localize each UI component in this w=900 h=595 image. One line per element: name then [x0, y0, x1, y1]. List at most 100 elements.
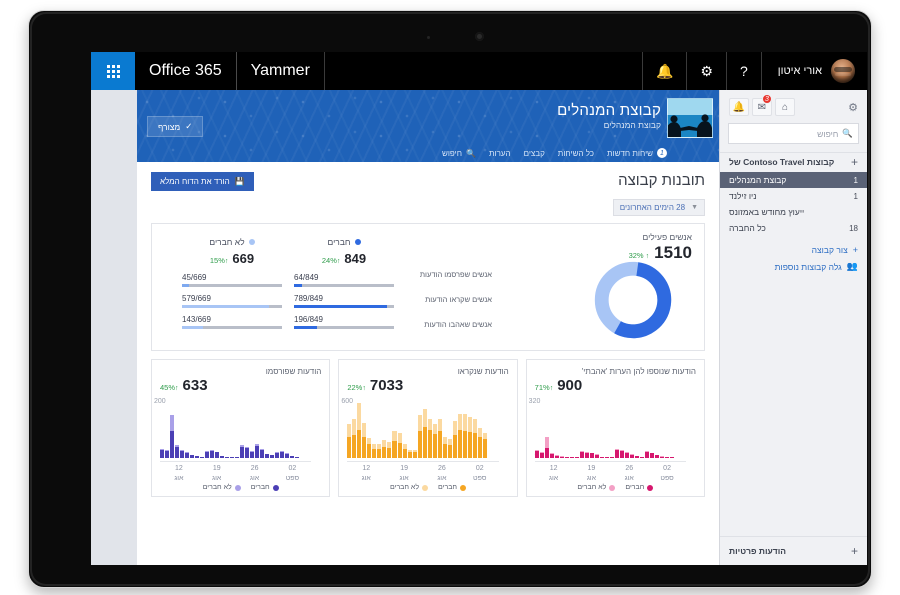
x-tick: 19 אוג [399, 465, 409, 482]
bar-segment-non-members [477, 428, 482, 437]
x-axis-line [160, 461, 312, 462]
bar [584, 451, 589, 458]
tab-notes[interactable]: הערות [489, 149, 511, 158]
bars [347, 402, 487, 458]
group-title-block: קבוצת המנהלים קבוצת המנהלים [557, 102, 661, 130]
add-group-icon[interactable]: + [851, 155, 858, 169]
bar-segment-members [180, 450, 185, 458]
discover-groups-label: גלה קבוצות נוספות [774, 261, 842, 272]
bar [295, 456, 300, 458]
breakdown-column-non-members: לא חברים 669 ↑15% 45/669 579/669 143/669 [176, 232, 288, 331]
joined-button[interactable]: ✓ מצורף [147, 116, 204, 137]
bar-segment-members [397, 443, 402, 458]
discover-groups-link[interactable]: 👥 גלה קבוצות נוספות [720, 258, 867, 275]
bell-icon[interactable]: 🔔 [729, 98, 749, 116]
sidebar-item-new-zealand[interactable]: 1 ניו זילנד [720, 188, 867, 204]
card-delta: ↑45% [160, 383, 179, 392]
card-title: הודעות שנקראו [457, 367, 509, 376]
office365-brand[interactable]: Office 365 [135, 52, 237, 90]
bars [160, 402, 300, 458]
bar [275, 452, 280, 458]
home-icon[interactable]: ⌂ [775, 98, 795, 116]
check-icon: ✓ [185, 121, 193, 131]
bar-segment-members [367, 444, 372, 458]
bar-segment-members [549, 454, 554, 458]
bar-segment-members [624, 452, 629, 458]
bar [655, 454, 660, 458]
bar [624, 452, 629, 458]
tab-label: חיפוש [442, 148, 462, 158]
bar-segment-non-members [544, 436, 549, 448]
page-body: ⚙ 🔔 ✉ 3 ⌂ 🔍 חיפוש + קבוצות Contoso Trave… [91, 90, 867, 565]
create-group-link[interactable]: + צור קבוצה [720, 242, 867, 258]
sidebar-item-all-company[interactable]: 18 כל החברה [720, 220, 867, 236]
bar-segment-members [285, 453, 290, 458]
notifications-button[interactable]: 🔔 [641, 52, 686, 90]
add-private-message-icon[interactable]: + [851, 544, 858, 558]
tab-files[interactable]: קבצים [524, 149, 545, 158]
bar-segment-members [665, 457, 670, 458]
bar [397, 432, 402, 458]
delta-value: 15% [209, 256, 225, 265]
bar-segment-members [427, 430, 432, 458]
mail-icon[interactable]: ✉ 3 [752, 94, 772, 116]
download-full-report-button[interactable]: 💾 הורד את הדוח המלא [151, 172, 254, 191]
search-input[interactable]: 🔍 חיפוש [728, 123, 859, 144]
download-icon: 💾 [234, 177, 245, 186]
user-menu[interactable]: אורי איטון [760, 52, 867, 90]
bar [387, 442, 392, 458]
legend: חברים לא חברים [152, 484, 329, 491]
tab-all-conversations[interactable]: כל השיחות [558, 149, 594, 158]
gear-icon[interactable]: ⚙ [848, 101, 858, 114]
tab-label: כל השיחות [557, 148, 594, 158]
non-members-name: לא חברים [209, 237, 255, 247]
private-messages-section[interactable]: + הודעות פרטיות [720, 536, 867, 565]
bar-segment-members [352, 434, 357, 458]
bar [462, 414, 467, 458]
x-axis-line [347, 461, 499, 462]
members-delta: ↑24% [322, 256, 341, 265]
bar-segment-members [539, 452, 544, 458]
up-arrow-icon: ↑ [224, 258, 229, 265]
tab-search[interactable]: 🔍 חיפוש [442, 149, 476, 158]
bar-segment-non-members [427, 418, 432, 430]
bar-segment-members [569, 457, 574, 458]
settings-button[interactable]: ⚙ [686, 52, 726, 90]
sidebar-item-managers-group[interactable]: 1 קבוצת המנהלים [720, 172, 867, 188]
group-label: כל החברה [729, 223, 766, 233]
bar-segment-members [235, 457, 240, 458]
group-count: 1 [853, 191, 858, 201]
bar [290, 455, 295, 458]
bar [650, 452, 655, 458]
app-launcher-icon[interactable] [91, 52, 135, 90]
suitebar-spacer [323, 52, 642, 90]
help-button[interactable]: ? [725, 52, 761, 90]
bar-segment-members [210, 450, 215, 458]
bar-segment-members [650, 453, 655, 458]
bar-segment-members [260, 449, 265, 458]
bar-segment-members [290, 455, 295, 458]
date-range-label: 28 הימים האחרונים [619, 203, 686, 212]
up-arrow-icon: ↑ [175, 385, 179, 392]
donut-svg [594, 261, 672, 339]
active-people-card: אנשים פעילים 1510 ↑ 32% אנשים שפרסמו הוד… [151, 223, 705, 351]
bar-segment-members [245, 448, 250, 458]
non-members-metric-liked: 143/669 [182, 315, 282, 329]
chevron-down-icon: ▼ [691, 204, 698, 211]
non-members-label: לא חברים [209, 237, 245, 247]
bar [280, 451, 285, 458]
bar [240, 445, 245, 458]
bar [640, 456, 645, 458]
bar-segment-members [175, 446, 180, 458]
x-tick: 12 אוג [361, 465, 371, 482]
tab-new-conversations[interactable]: 1 שיחות חדשות [607, 148, 667, 158]
date-range-select[interactable]: ▼ 28 הימים האחרונים [612, 199, 705, 216]
yammer-brand[interactable]: Yammer [237, 52, 324, 90]
members-label: חברים [327, 237, 351, 247]
bar [569, 456, 574, 458]
card-value-row: 900 ↑71% [535, 377, 696, 394]
bar-segment-non-members [397, 432, 402, 444]
group-count: 18 [849, 223, 858, 233]
sidebar-item-amazon-consulting[interactable]: ייעוץ מחודש באמזונס [720, 204, 867, 220]
bar-segment-non-members [467, 416, 472, 432]
